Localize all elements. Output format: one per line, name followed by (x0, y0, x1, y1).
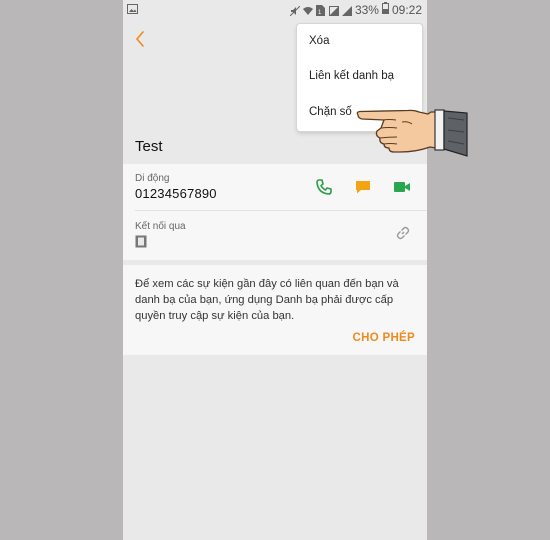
video-call-icon[interactable] (393, 178, 411, 196)
link-icon[interactable] (395, 225, 411, 246)
wifi-icon (302, 5, 313, 15)
device-icon (135, 235, 147, 253)
clock: 09:22 (391, 2, 422, 17)
sim-icon: 1 (315, 4, 326, 16)
signal-icon (328, 5, 339, 16)
contact-name: Test (135, 138, 163, 155)
battery-icon (381, 2, 389, 17)
contact-details-card: Di động 01234567890 Kết nối qua (123, 164, 427, 260)
card-divider (135, 210, 427, 211)
pointing-hand-icon (356, 108, 470, 160)
mute-icon (289, 5, 301, 16)
menu-item-delete[interactable]: Xóa (309, 35, 329, 47)
menu-item-block-number[interactable]: Chặn số (309, 106, 352, 118)
menu-item-link-contact[interactable]: Liên kết danh bạ (309, 70, 394, 82)
battery-percent: 33% (354, 2, 379, 17)
linked-label: Kết nối qua (135, 221, 186, 232)
message-icon[interactable] (354, 178, 372, 196)
phone-number[interactable]: 01234567890 (135, 186, 217, 201)
phone-label: Di động (135, 173, 170, 184)
phone-icon[interactable] (315, 178, 333, 196)
back-arrow-icon[interactable] (133, 28, 147, 50)
signal-bars-icon (341, 5, 352, 16)
gallery-notification-icon (127, 3, 138, 17)
allow-button[interactable]: CHO PHÉP (353, 332, 415, 344)
permission-message: Để xem các sự kiện gần đây có liên quan … (135, 278, 399, 322)
permission-card: Để xem các sự kiện gần đây có liên quan … (123, 265, 427, 355)
status-bar: 1 33% 09:22 (123, 0, 427, 20)
